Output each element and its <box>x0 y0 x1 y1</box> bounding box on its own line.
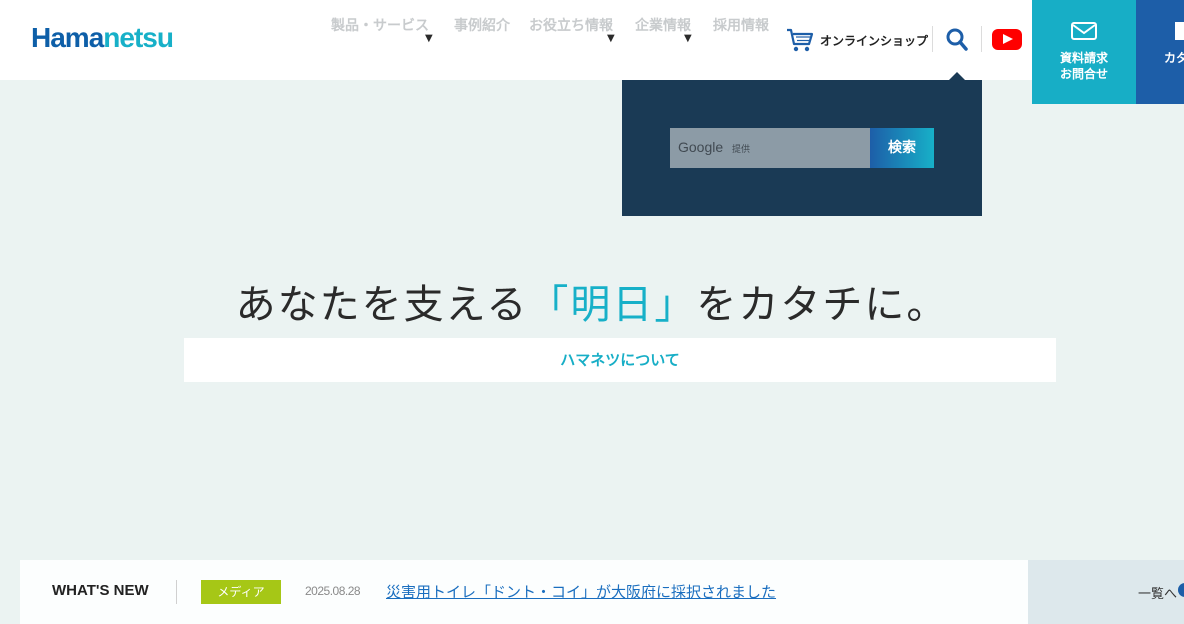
nav-company-caret-icon: ▼ <box>684 33 692 44</box>
nav-company[interactable]: 企業情報 <box>635 15 691 35</box>
logo-text-netsu: netsu <box>103 22 174 53</box>
online-shop-label: オンラインショップ <box>820 33 929 48</box>
search-placeholder-brand: Google <box>678 139 724 155</box>
contact-request-label: 資料請求 お問合せ <box>1059 51 1108 81</box>
news-more-link[interactable]: 一覧へ <box>1028 560 1184 624</box>
nav-case-studies[interactable]: 事例紹介 <box>454 15 510 35</box>
news-more-label: 一覧へ <box>1138 587 1178 602</box>
youtube-play-icon <box>1003 34 1013 44</box>
search-submit-button[interactable]: 検索 <box>870 128 934 168</box>
news-date: 2025.08.28 <box>305 584 361 598</box>
search-input[interactable]: Google 提供 <box>670 128 870 168</box>
site-logo[interactable]: Hamanetsu <box>31 22 174 54</box>
search-panel: Google 提供 検索 <box>622 80 982 216</box>
catalog-icon <box>1175 22 1184 40</box>
contact-request-button[interactable]: 資料請求 お問合せ <box>1032 0 1136 104</box>
hero-tagline-after: をカタチに。 <box>696 282 949 328</box>
nav-products-caret-icon: ▼ <box>425 33 433 44</box>
nav-useful-info[interactable]: お役立ち情報 <box>529 15 613 35</box>
arrow-circle-icon <box>1178 583 1184 597</box>
news-bar: WHAT'S NEW メディア 2025.08.28 災害用トイレ「ドント・コイ… <box>20 560 1028 624</box>
nav-products[interactable]: 製品・サービス <box>331 15 429 35</box>
hero-tagline-before: あなたを支える <box>235 282 529 328</box>
header-divider <box>981 26 982 52</box>
catalog-button[interactable]: カタ <box>1136 0 1184 104</box>
header-divider <box>932 26 933 52</box>
youtube-link[interactable] <box>992 29 1022 50</box>
news-section-title: WHAT'S NEW <box>52 582 149 599</box>
logo-text-hama: Hama <box>31 22 104 53</box>
search-placeholder-suffix: 提供 <box>732 145 751 155</box>
news-divider <box>176 580 177 604</box>
mail-icon <box>1071 22 1097 40</box>
news-category-badge: メディア <box>201 580 281 604</box>
catalog-label: カタ <box>1164 51 1184 65</box>
nav-useful-info-caret-icon: ▼ <box>607 33 615 44</box>
search-toggle-button[interactable] <box>944 26 970 54</box>
hero-tagline-accent: 「明日」 <box>528 282 697 328</box>
hero-tagline: あなたを支える「明日」をカタチに。 <box>0 272 1184 330</box>
online-shop-link[interactable]: オンラインショップ <box>786 26 928 54</box>
cart-icon <box>787 28 814 52</box>
search-icon <box>946 28 968 51</box>
about-company-link[interactable]: ハマネツについて <box>184 338 1056 382</box>
search-panel-pointer <box>949 72 965 80</box>
nav-careers[interactable]: 採用情報 <box>713 15 769 35</box>
site-header: Hamanetsu 製品・サービス ▼ 事例紹介 お役立ち情報 ▼ 企業情報 ▼… <box>0 0 1184 104</box>
news-item-link[interactable]: 災害用トイレ「ドント・コイ」が大阪府に採択されました <box>386 581 776 602</box>
